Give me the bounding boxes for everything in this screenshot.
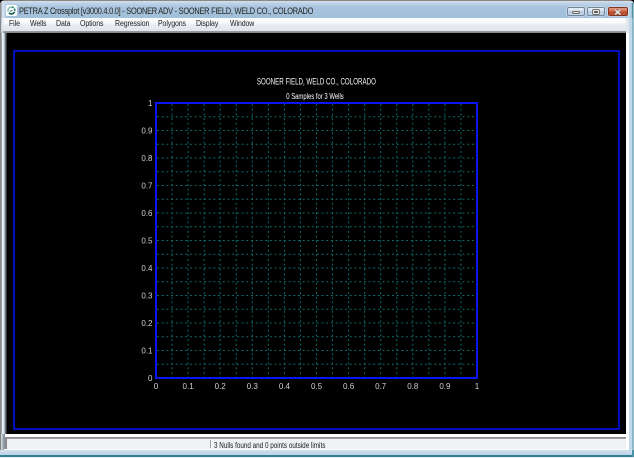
svg-text:SOONER FIELD, WELD CO., COLORA: SOONER FIELD, WELD CO., COLORADO (257, 77, 376, 87)
svg-text:0.8: 0.8 (407, 382, 419, 391)
svg-text:0.1: 0.1 (141, 346, 153, 355)
svg-text:0.2: 0.2 (141, 319, 153, 328)
svg-text:1: 1 (475, 382, 480, 391)
svg-text:0.1: 0.1 (183, 382, 195, 391)
svg-text:0.8: 0.8 (141, 154, 153, 163)
svg-text:0.2: 0.2 (215, 382, 227, 391)
svg-text:0.7: 0.7 (141, 181, 153, 190)
svg-text:0.7: 0.7 (375, 382, 387, 391)
svg-text:0: 0 (154, 382, 159, 391)
svg-text:0.3: 0.3 (247, 382, 259, 391)
svg-text:0.5: 0.5 (311, 382, 323, 391)
svg-text:1: 1 (148, 99, 153, 108)
svg-text:0.9: 0.9 (439, 382, 451, 391)
svg-text:0.4: 0.4 (279, 382, 291, 391)
svg-text:0.4: 0.4 (141, 264, 153, 273)
svg-text:0.3: 0.3 (141, 291, 153, 300)
svg-text:0 Samples for 3 Wells: 0 Samples for 3 Wells (286, 92, 344, 101)
svg-text:0.5: 0.5 (141, 236, 153, 245)
svg-text:0.6: 0.6 (343, 382, 355, 391)
svg-text:0: 0 (148, 374, 153, 383)
svg-text:0.9: 0.9 (141, 126, 153, 135)
svg-text:0.6: 0.6 (141, 209, 153, 218)
